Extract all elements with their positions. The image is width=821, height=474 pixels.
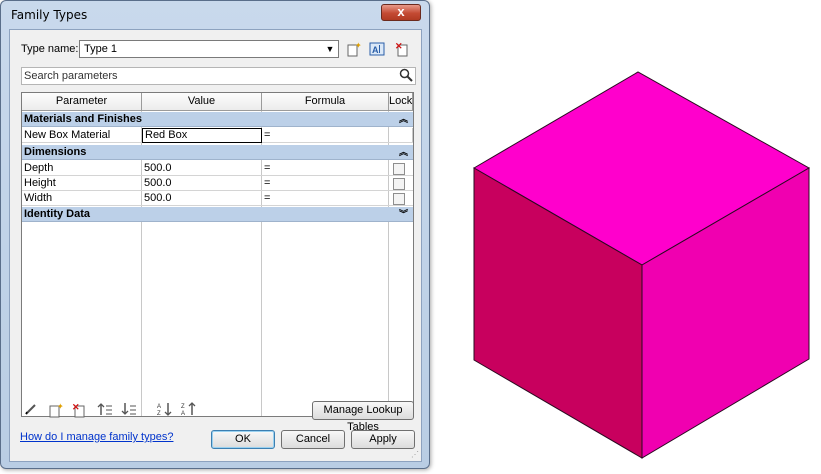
column-header-value[interactable]: Value [142, 93, 262, 111]
table-row[interactable]: Width 500.0 = [22, 191, 413, 206]
svg-text:✕: ✕ [72, 402, 80, 412]
svg-text:A: A [372, 45, 379, 55]
group-label: Materials and Finishes [24, 113, 142, 125]
svg-text:A: A [157, 404, 161, 410]
sort-descending-icon[interactable]: ZA [180, 402, 198, 418]
chevron-down-icon[interactable]: ▼ [322, 41, 338, 57]
new-type-icon[interactable]: ✦ [345, 41, 362, 57]
table-row[interactable]: New Box Material Red Box = [22, 128, 413, 143]
svg-text:Z: Z [157, 411, 161, 416]
type-name-label: Type name: [21, 43, 79, 55]
pencil-icon[interactable] [22, 402, 40, 418]
resize-grip-icon[interactable]: ⋰ [411, 451, 419, 459]
move-up-icon[interactable] [96, 402, 114, 418]
search-parameters-field[interactable] [21, 67, 416, 85]
svg-text:✕: ✕ [395, 41, 403, 51]
value-edit-field[interactable]: Red Box [142, 128, 262, 143]
search-input[interactable] [24, 69, 394, 83]
box-3d-view [473, 71, 811, 459]
lock-cell [389, 128, 413, 142]
column-header-parameter[interactable]: Parameter [22, 93, 142, 111]
lock-checkbox[interactable] [393, 193, 405, 205]
group-dimensions[interactable]: Dimensions ︽ [22, 145, 413, 160]
svg-text:A: A [181, 411, 185, 416]
parameters-table: Parameter Value Formula Lock Materials a… [21, 92, 414, 417]
svg-text:✦: ✦ [355, 41, 361, 50]
manage-lookup-tables-button[interactable]: Manage Lookup Tables [312, 401, 414, 433]
expand-icon[interactable]: ︾ [399, 207, 408, 222]
parameter-name: Width [22, 191, 142, 205]
sort-ascending-icon[interactable]: AZ [156, 402, 174, 418]
title-bar[interactable]: Family Types x [1, 1, 429, 29]
collapse-icon[interactable]: ︽ [399, 112, 408, 127]
value-cell[interactable]: 500.0 [142, 176, 262, 190]
parameter-name: Height [22, 176, 142, 190]
value-cell[interactable]: 500.0 [142, 161, 262, 175]
group-materials-and-finishes[interactable]: Materials and Finishes ︽ [22, 112, 413, 127]
delete-parameter-icon[interactable]: ✕ [70, 402, 88, 418]
dialog-client-area: Type name: Type 1 ▼ ✦ A ✕ Parameter Valu… [9, 29, 422, 462]
dialog-title: Family Types [11, 8, 88, 22]
group-label: Identity Data [24, 208, 91, 220]
table-row[interactable]: Depth 500.0 = [22, 161, 413, 176]
svg-text:✦: ✦ [57, 402, 63, 411]
formula-cell[interactable]: = [262, 191, 389, 205]
value-cell[interactable]: 500.0 [142, 191, 262, 205]
formula-cell[interactable]: = [262, 161, 389, 175]
lock-checkbox[interactable] [393, 163, 405, 175]
apply-button[interactable]: Apply [351, 430, 415, 449]
column-header-lock[interactable]: Lock [389, 93, 413, 111]
family-types-dialog: Family Types x Type name: Type 1 ▼ ✦ A ✕… [0, 0, 430, 469]
parameter-name: Depth [22, 161, 142, 175]
close-button[interactable]: x [381, 4, 421, 21]
collapse-icon[interactable]: ︽ [399, 145, 408, 160]
rename-type-icon[interactable]: A [369, 41, 385, 57]
group-identity-data[interactable]: Identity Data ︾ [22, 207, 413, 222]
ok-button[interactable]: OK [211, 430, 275, 449]
lock-checkbox[interactable] [393, 178, 405, 190]
parameter-name: New Box Material [22, 128, 142, 142]
table-row[interactable]: Height 500.0 = [22, 176, 413, 191]
svg-text:Z: Z [181, 404, 185, 410]
new-parameter-icon[interactable]: ✦ [46, 402, 64, 418]
help-link[interactable]: How do I manage family types? [20, 431, 173, 443]
move-down-icon[interactable] [120, 402, 138, 418]
formula-cell[interactable]: = [262, 128, 389, 142]
search-icon[interactable] [399, 68, 413, 85]
type-name-dropdown[interactable]: Type 1 ▼ [79, 40, 339, 58]
group-label: Dimensions [24, 146, 87, 158]
column-header-formula[interactable]: Formula [262, 93, 389, 111]
formula-cell[interactable]: = [262, 176, 389, 190]
delete-type-icon[interactable]: ✕ [394, 41, 410, 57]
type-name-value: Type 1 [84, 43, 118, 55]
cancel-button[interactable]: Cancel [281, 430, 345, 449]
